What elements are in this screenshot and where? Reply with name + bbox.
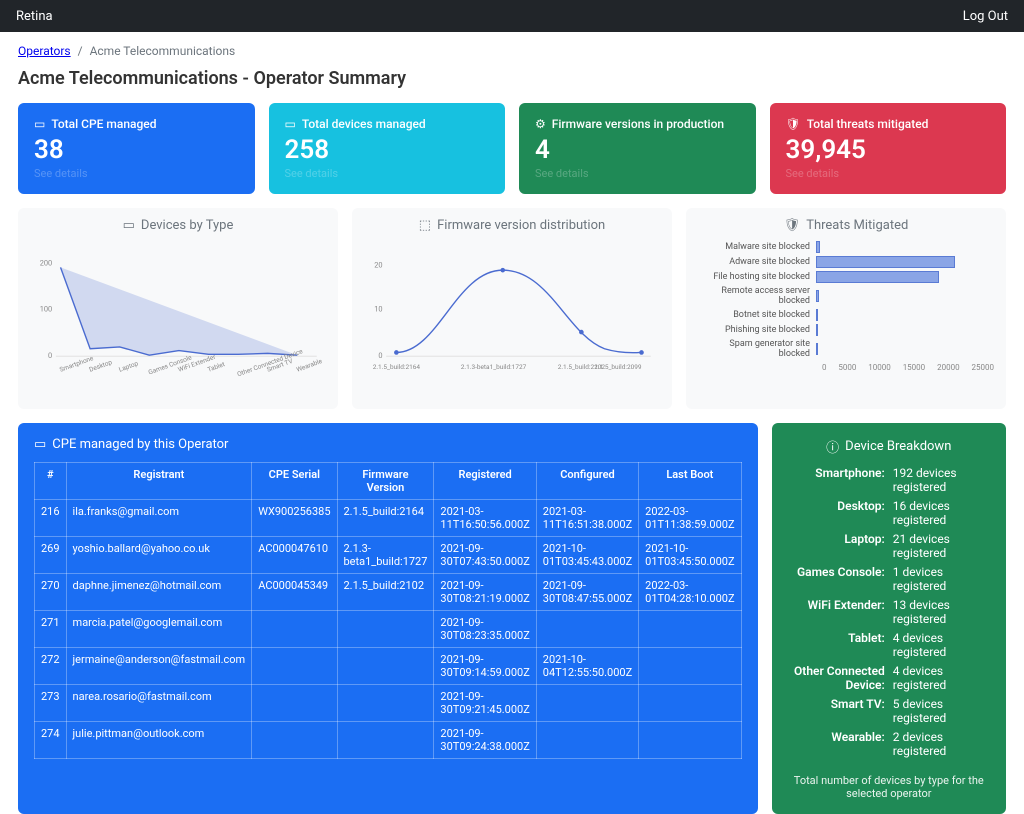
breadcrumb: Operators / Acme Telecommunications	[18, 44, 1006, 58]
bar-row: Phishing site blocked	[698, 324, 994, 336]
table-header[interactable]: CPE Serial	[252, 463, 337, 500]
table-row[interactable]: 269yoshio.ballard@yahoo.co.ukAC000047610…	[35, 537, 742, 574]
card-threats[interactable]: 🛡Total threats mitigated 39,945 See deta…	[770, 103, 1007, 194]
table-row[interactable]: 216ila.franks@gmail.comWX9002563852.1.5_…	[35, 500, 742, 537]
svg-text:0: 0	[378, 351, 382, 360]
see-details-link[interactable]: See details	[285, 167, 490, 180]
card-firmware[interactable]: ⚙Firmware versions in production 4 See d…	[519, 103, 756, 194]
breakdown-row: Smart TV:5 devices registered	[788, 697, 990, 725]
svg-text:2.1.5_build:2099: 2.1.5_build:2099	[594, 363, 642, 371]
page-title: Acme Telecommunications - Operator Summa…	[18, 68, 1006, 89]
svg-text:Wearable: Wearable	[295, 357, 323, 374]
device-breakdown-panel: ⓘDevice Breakdown Smartphone:192 devices…	[772, 423, 1006, 814]
devices-icon: ▭	[285, 117, 296, 131]
table-row[interactable]: 274julie.pittman@outlook.com2021-09-30T0…	[35, 722, 742, 759]
table-header[interactable]: Registered	[434, 463, 536, 500]
svg-text:Laptop: Laptop	[118, 359, 140, 373]
bar-row: Botnet site blocked	[698, 309, 994, 321]
chart-threats-mitigated: 🛡Threats Mitigated Malware site blockedA…	[686, 208, 1006, 409]
table-header[interactable]: #	[35, 463, 67, 500]
shield-icon: 🛡	[786, 117, 801, 131]
breakdown-row: Tablet:4 devices registered	[788, 631, 990, 659]
card-devices[interactable]: ▭Total devices managed 258 See details	[269, 103, 506, 194]
breakdown-row: Laptop:21 devices registered	[788, 532, 990, 560]
bar-row: File hosting site blocked	[698, 271, 994, 283]
cpe-table: #RegistrantCPE SerialFirmware VersionReg…	[34, 462, 742, 759]
svg-text:2.1.3-beta1_build:1727: 2.1.3-beta1_build:1727	[461, 363, 527, 371]
table-header[interactable]: Registrant	[66, 463, 252, 500]
breakdown-row: Wearable:2 devices registered	[788, 730, 990, 758]
svg-text:100: 100	[40, 305, 52, 314]
see-details-link[interactable]: See details	[34, 167, 239, 180]
table-header[interactable]: Configured	[536, 463, 638, 500]
svg-text:20: 20	[374, 260, 382, 269]
router-icon: ▭	[34, 437, 46, 452]
bar-row: Malware site blocked	[698, 241, 994, 253]
svg-text:0: 0	[48, 351, 52, 360]
see-details-link[interactable]: See details	[786, 167, 991, 180]
shield-icon: 🛡	[784, 218, 801, 233]
bar-row: Remote access server blocked	[698, 286, 994, 306]
cube-icon: ⬚	[419, 218, 431, 233]
gear-icon: ⚙	[535, 117, 546, 131]
card-cpe[interactable]: ▭Total CPE managed 38 See details	[18, 103, 255, 194]
breakdown-row: Other Connected Device:4 devices registe…	[788, 664, 990, 692]
table-row[interactable]: 273narea.rosario@fastmail.com2021-09-30T…	[35, 685, 742, 722]
breakdown-row: WiFi Extender:13 devices registered	[788, 598, 990, 626]
breadcrumb-root[interactable]: Operators	[18, 44, 71, 58]
chart-firmware-distribution: ⬚Firmware version distribution 20 10 0 2…	[352, 208, 672, 409]
laptop-icon: ▭	[123, 218, 135, 233]
table-header[interactable]: Firmware Version	[337, 463, 434, 500]
table-row[interactable]: 272jermaine@anderson@fastmail.com2021-09…	[35, 648, 742, 685]
bar-row: Spam generator site blocked	[698, 339, 994, 359]
see-details-link[interactable]: See details	[535, 167, 740, 180]
svg-text:200: 200	[40, 259, 52, 268]
svg-text:10: 10	[374, 305, 382, 314]
breakdown-row: Smartphone:192 devices registered	[788, 466, 990, 494]
chart-devices-by-type: ▭Devices by Type 200 100 0 Smartphone De…	[18, 208, 338, 409]
logout-link[interactable]: Log Out	[963, 9, 1008, 24]
info-icon: ⓘ	[826, 437, 839, 456]
svg-text:2.1.5_build:2164: 2.1.5_build:2164	[373, 363, 421, 371]
brand-link[interactable]: Retina	[16, 9, 53, 24]
table-row[interactable]: 271marcia.patel@googlemail.com2021-09-30…	[35, 611, 742, 648]
table-header[interactable]: Last Boot	[639, 463, 741, 500]
breakdown-row: Games Console:1 devices registered	[788, 565, 990, 593]
table-row[interactable]: 270daphne.jimenez@hotmail.comAC000045349…	[35, 574, 742, 611]
router-icon: ▭	[34, 117, 45, 131]
breakdown-row: Desktop:16 devices registered	[788, 499, 990, 527]
bar-row: Adware site blocked	[698, 256, 994, 268]
breadcrumb-current: Acme Telecommunications	[90, 44, 236, 58]
cpe-table-panel: ▭CPE managed by this Operator #Registran…	[18, 423, 758, 814]
